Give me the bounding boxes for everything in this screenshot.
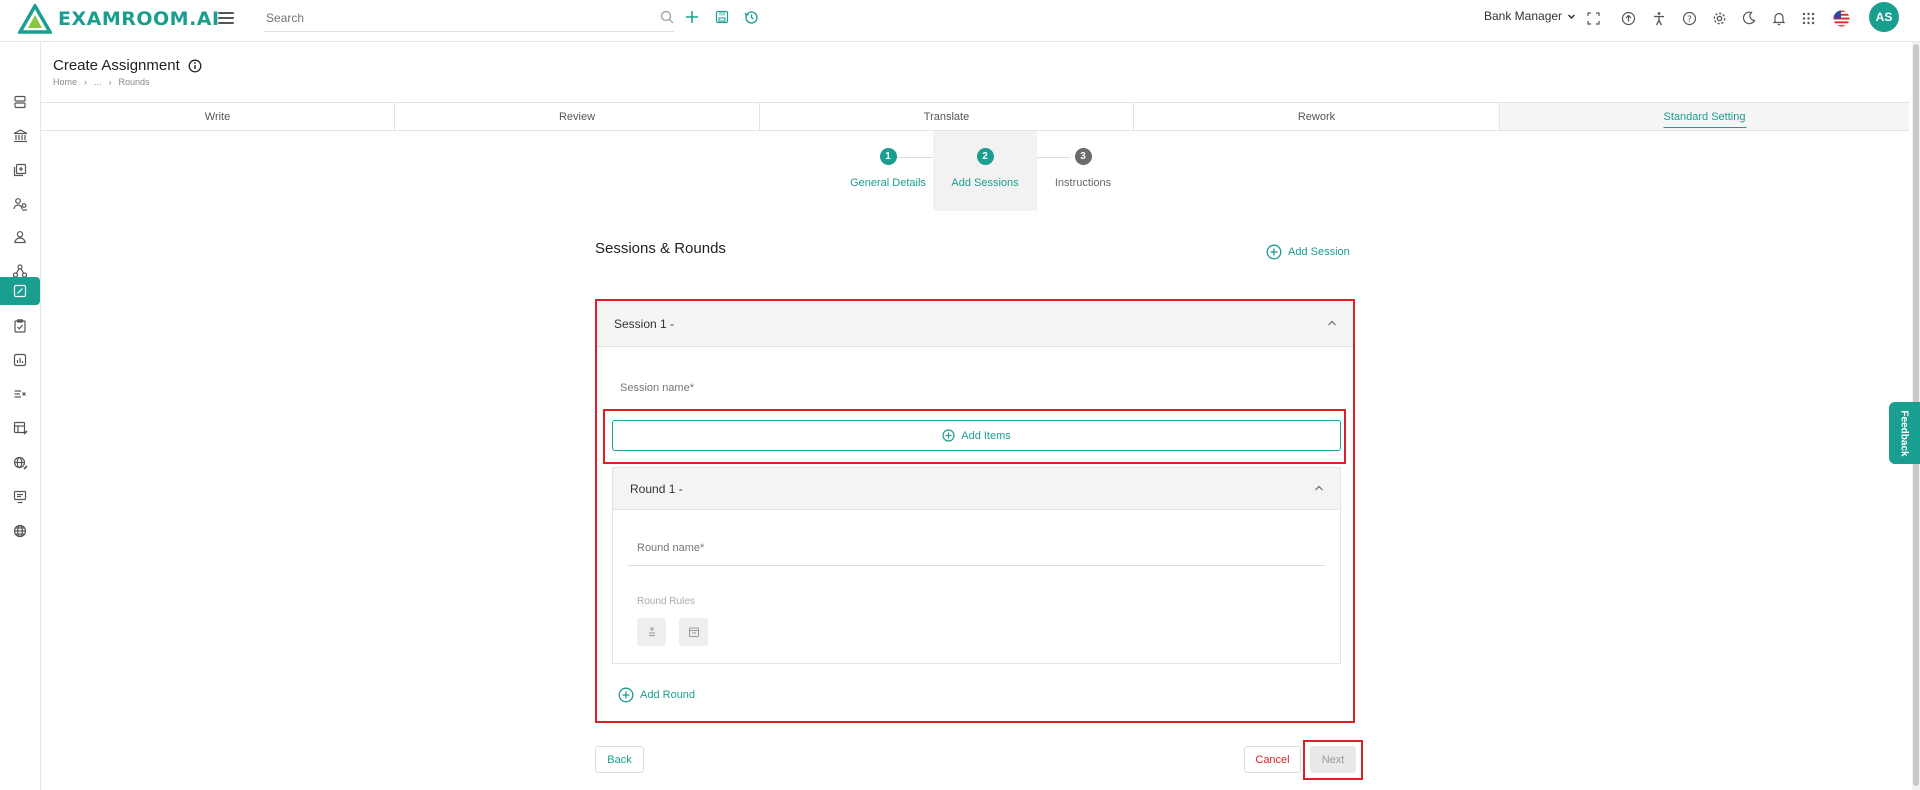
sidebar-item-table-edit[interactable] <box>0 414 40 442</box>
logo-text: EXAMROOM.AI <box>58 8 220 30</box>
step-number: 1 <box>879 148 897 165</box>
back-button[interactable]: Back <box>595 746 644 773</box>
app-logo[interactable]: EXAMROOM.AI <box>18 3 220 35</box>
sidebar-item-globe[interactable] <box>0 517 40 545</box>
step-label: General Details <box>850 177 926 189</box>
tab-translate[interactable]: Translate <box>760 103 1134 130</box>
role-label: Bank Manager <box>1484 9 1563 23</box>
edit-square-icon <box>13 284 27 298</box>
menu-icon[interactable] <box>218 10 234 26</box>
presentation-icon <box>13 490 27 504</box>
sidebar-item-items[interactable] <box>0 156 40 184</box>
save-icon[interactable] <box>713 8 731 26</box>
sidebar-item-users-group[interactable] <box>0 190 40 218</box>
add-session-button[interactable]: Add Session <box>1266 244 1350 260</box>
top-bar: EXAMROOM.AI Bank Manager ? <box>0 0 1920 42</box>
highlight-session-panel <box>595 299 1355 723</box>
sidebar-item-globe-edit[interactable] <box>0 449 40 477</box>
step-label: Instructions <box>1054 177 1112 189</box>
apps-grid-icon[interactable] <box>1799 9 1817 27</box>
search-input[interactable] <box>266 10 626 25</box>
add-icon[interactable] <box>683 8 701 26</box>
stepper: 1 General Details 2 Add Sessions 3 Instr… <box>826 131 1111 211</box>
accessibility-icon[interactable] <box>1650 9 1668 27</box>
users-icon <box>12 198 27 211</box>
breadcrumb-home[interactable]: Home <box>53 77 77 87</box>
sidebar-item-bank[interactable] <box>0 122 40 150</box>
us-flag-icon[interactable] <box>1832 9 1850 27</box>
breadcrumb-current: Rounds <box>118 77 150 87</box>
notification-bell-icon[interactable] <box>1770 9 1788 27</box>
step-instructions[interactable]: 3 Instructions <box>1031 131 1135 211</box>
fullscreen-icon[interactable] <box>1584 9 1602 27</box>
workflow-tabs: Write Review Translate Rework Standard S… <box>41 102 1909 131</box>
breadcrumb: Home › ... › Rounds <box>53 77 150 87</box>
step-number: 2 <box>976 148 994 165</box>
add-document-icon <box>13 163 27 177</box>
breadcrumb-ellipsis[interactable]: ... <box>94 77 102 87</box>
dark-mode-icon[interactable] <box>1740 9 1758 27</box>
sidebar-item-tasks[interactable] <box>0 312 40 340</box>
cancel-button[interactable]: Cancel <box>1244 746 1301 773</box>
sidebar <box>0 42 41 790</box>
history-icon[interactable] <box>742 8 760 26</box>
sidebar-item-list[interactable] <box>0 380 40 408</box>
database-icon <box>14 95 26 109</box>
search-bar <box>264 4 674 32</box>
step-add-sessions[interactable]: 2 Add Sessions <box>933 131 1037 211</box>
logo-mark-icon <box>18 4 52 34</box>
step-general-details[interactable]: 1 General Details <box>836 131 940 211</box>
settings-icon[interactable] <box>1710 9 1728 27</box>
sidebar-item-assignments[interactable] <box>0 277 40 305</box>
user-avatar[interactable]: AS <box>1869 2 1899 32</box>
globe-icon <box>13 524 27 538</box>
add-circle-icon <box>1266 244 1282 260</box>
sessions-rounds-title: Sessions & Rounds <box>595 240 726 257</box>
table-edit-icon <box>13 421 28 435</box>
role-selector[interactable]: Bank Manager <box>1484 9 1576 23</box>
user-icon <box>14 231 26 244</box>
breadcrumb-separator: › <box>108 77 112 87</box>
svg-text:?: ? <box>1687 15 1692 25</box>
list-icon <box>14 390 26 398</box>
tab-rework[interactable]: Rework <box>1134 103 1500 130</box>
add-session-label: Add Session <box>1288 246 1350 258</box>
tab-write[interactable]: Write <box>41 103 395 130</box>
chevron-down-icon <box>1568 13 1576 19</box>
clipboard-check-icon <box>14 319 26 333</box>
upload-icon[interactable] <box>1619 9 1637 27</box>
feedback-label: Feedback <box>1899 409 1911 457</box>
highlight-add-items <box>603 409 1346 464</box>
search-icon[interactable] <box>660 10 674 24</box>
sidebar-item-reports[interactable] <box>0 346 40 374</box>
tab-standard-setting[interactable]: Standard Setting <box>1500 103 1909 130</box>
report-chart-icon <box>13 353 27 367</box>
step-label: Add Sessions <box>951 177 1019 189</box>
next-button[interactable]: Next <box>1310 746 1356 773</box>
feedback-tab[interactable]: Feedback <box>1889 402 1920 464</box>
tab-review[interactable]: Review <box>395 103 760 130</box>
sidebar-item-storage[interactable] <box>0 88 40 116</box>
page-title-text: Create Assignment <box>53 57 180 74</box>
bank-icon <box>13 129 27 143</box>
sidebar-item-user[interactable] <box>0 223 40 251</box>
page-title: Create Assignment <box>53 57 202 74</box>
info-icon[interactable] <box>188 59 202 73</box>
breadcrumb-separator: › <box>84 77 88 87</box>
hierarchy-icon <box>13 264 27 278</box>
help-icon[interactable]: ? <box>1680 9 1698 27</box>
globe-edit-icon <box>13 456 28 470</box>
sidebar-item-presentation[interactable] <box>0 483 40 511</box>
step-number: 3 <box>1074 148 1092 165</box>
